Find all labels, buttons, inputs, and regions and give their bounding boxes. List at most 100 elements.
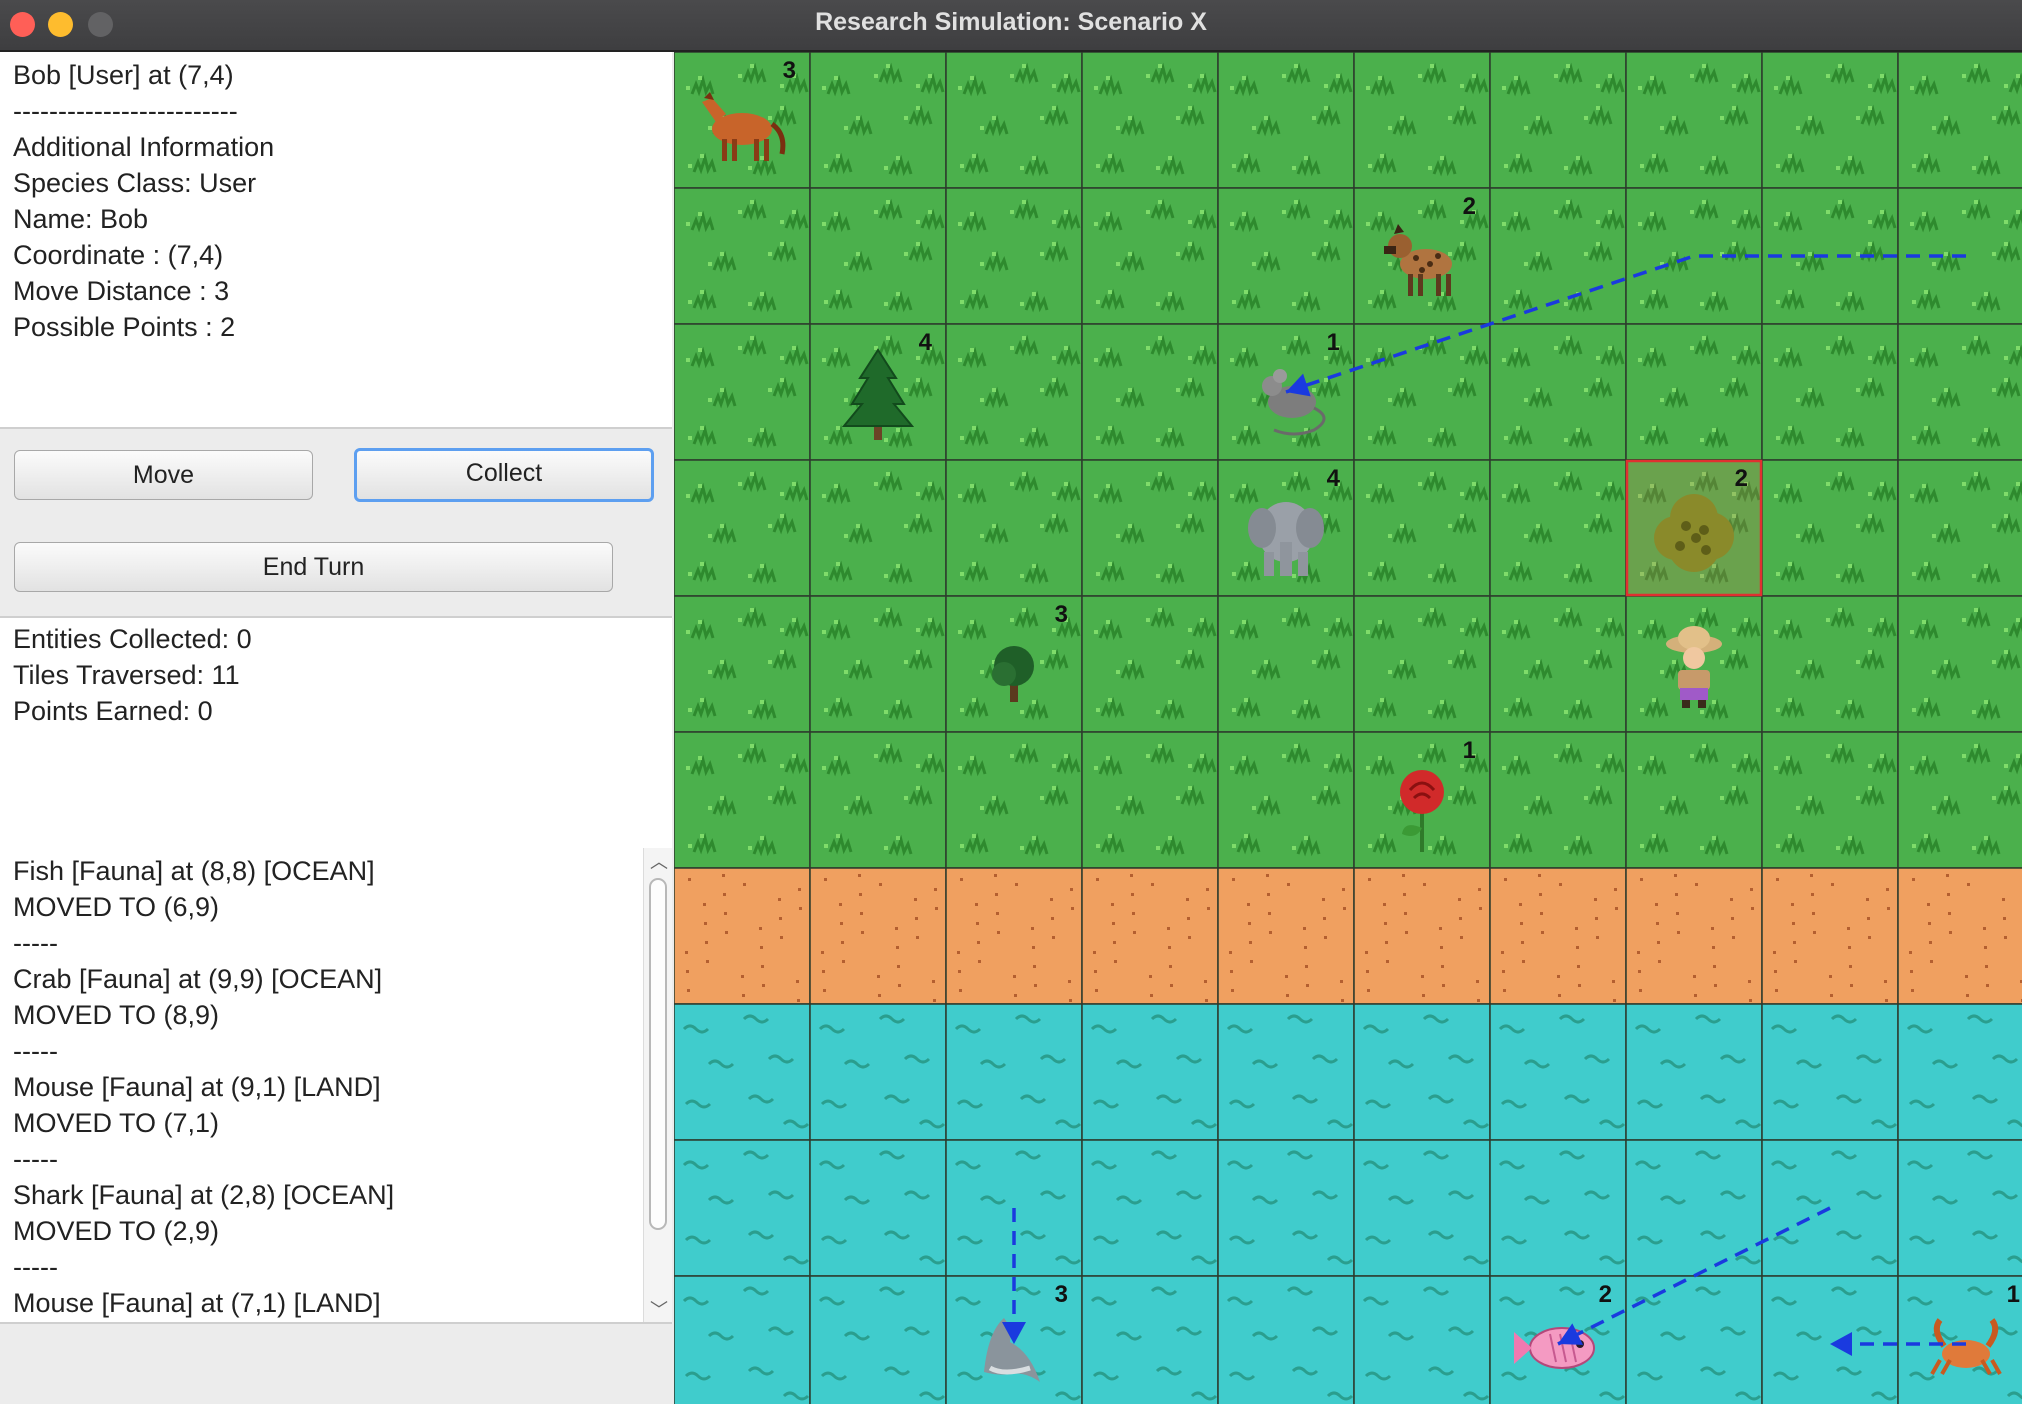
info-line: Move Distance : 3 bbox=[13, 276, 230, 306]
move-button[interactable]: Move bbox=[14, 450, 313, 500]
log-scrollbar[interactable]: ︿ ﹀ bbox=[643, 848, 672, 1322]
tile-grass[interactable] bbox=[674, 187, 811, 325]
scroll-up-icon[interactable]: ︿ bbox=[650, 848, 668, 874]
tile-water[interactable] bbox=[1081, 1139, 1219, 1277]
tile-grass[interactable] bbox=[1081, 52, 1219, 189]
entity-info-panel: Bob [User] at (7,4) --------------------… bbox=[0, 52, 672, 429]
tile-water[interactable] bbox=[1217, 1003, 1355, 1141]
tile-grass[interactable] bbox=[1081, 731, 1219, 869]
tile-water[interactable] bbox=[1081, 1275, 1219, 1404]
tile-water[interactable] bbox=[1217, 1139, 1355, 1277]
tile-sand[interactable] bbox=[1081, 867, 1219, 1005]
tile-sand[interactable] bbox=[1217, 867, 1355, 1005]
tile-grass[interactable] bbox=[1897, 731, 2022, 869]
tile-grass[interactable] bbox=[674, 595, 811, 733]
tile-grass[interactable] bbox=[1897, 459, 2022, 597]
tile-grass[interactable] bbox=[1897, 52, 2022, 189]
tile-grass[interactable] bbox=[1897, 595, 2022, 733]
tile-water[interactable] bbox=[1217, 1275, 1355, 1404]
tile-water[interactable] bbox=[809, 1003, 947, 1141]
tile-water[interactable] bbox=[1489, 1139, 1627, 1277]
tile-sand[interactable] bbox=[1761, 867, 1899, 1005]
tile-grass[interactable] bbox=[1081, 187, 1219, 325]
tile-grass[interactable] bbox=[1217, 187, 1355, 325]
scroll-down-icon[interactable]: ﹀ bbox=[650, 1296, 668, 1322]
board-canvas[interactable]: 3 2 4 1 4 2 3 1 3 2 1 bbox=[674, 52, 2022, 1404]
tile-water[interactable] bbox=[1897, 1003, 2022, 1141]
tile-grass[interactable] bbox=[1217, 595, 1355, 733]
tile-grass[interactable] bbox=[1625, 731, 1763, 869]
tile-water[interactable] bbox=[1353, 1003, 1491, 1141]
tile-sand[interactable] bbox=[674, 867, 811, 1005]
tile-grass[interactable] bbox=[1489, 459, 1627, 597]
tile-grass[interactable] bbox=[809, 52, 947, 189]
tile-grass[interactable] bbox=[1489, 595, 1627, 733]
tile-grass[interactable] bbox=[945, 187, 1083, 325]
tile-grass[interactable] bbox=[1761, 731, 1899, 869]
tile-grass[interactable] bbox=[674, 323, 811, 461]
tile-grass[interactable] bbox=[1217, 731, 1355, 869]
tile-water[interactable] bbox=[674, 1139, 811, 1277]
tile-water[interactable] bbox=[674, 1275, 811, 1404]
tile-grass[interactable] bbox=[945, 52, 1083, 189]
simulation-board[interactable]: 3 2 4 1 4 2 3 1 3 2 1 bbox=[674, 52, 2022, 1404]
tile-grass[interactable] bbox=[809, 595, 947, 733]
tile-grass[interactable] bbox=[1489, 52, 1627, 189]
tile-grass[interactable] bbox=[1625, 323, 1763, 461]
tile-grass[interactable] bbox=[809, 187, 947, 325]
event-log[interactable]: Fish [Fauna] at (8,8) [OCEAN] MOVED TO (… bbox=[0, 848, 672, 1324]
tile-grass[interactable] bbox=[1489, 323, 1627, 461]
tile-grass[interactable] bbox=[1489, 731, 1627, 869]
tile-grass[interactable] bbox=[1217, 52, 1355, 189]
tile-water[interactable] bbox=[1489, 1003, 1627, 1141]
tile-water[interactable] bbox=[945, 1003, 1083, 1141]
end-turn-button[interactable]: End Turn bbox=[14, 542, 613, 592]
tile-water[interactable] bbox=[1897, 1275, 2022, 1404]
tile-water[interactable] bbox=[1625, 1003, 1763, 1141]
tile-sand[interactable] bbox=[945, 867, 1083, 1005]
tile-grass[interactable] bbox=[945, 731, 1083, 869]
tile-sand[interactable] bbox=[1489, 867, 1627, 1005]
info-line: Possible Points : 2 bbox=[13, 312, 236, 342]
tile-sand[interactable] bbox=[1625, 867, 1763, 1005]
tile-sand[interactable] bbox=[1353, 867, 1491, 1005]
tile-grass[interactable] bbox=[1761, 52, 1899, 189]
tile-grass[interactable] bbox=[1489, 187, 1627, 325]
tile-water[interactable] bbox=[674, 1003, 811, 1141]
tile-grass[interactable] bbox=[674, 459, 811, 597]
tile-grass[interactable] bbox=[1761, 323, 1899, 461]
tile-sand[interactable] bbox=[809, 867, 947, 1005]
tile-grass[interactable] bbox=[1625, 187, 1763, 325]
tile-water[interactable] bbox=[1897, 1139, 2022, 1277]
tile-grass[interactable] bbox=[1353, 459, 1491, 597]
tile-grass[interactable] bbox=[1761, 459, 1899, 597]
tile-water[interactable] bbox=[809, 1275, 947, 1404]
tile-water[interactable] bbox=[1761, 1003, 1899, 1141]
tile-grass[interactable] bbox=[674, 731, 811, 869]
crab-points-label: 1 bbox=[2007, 1281, 2020, 1308]
tile-sand[interactable] bbox=[1897, 867, 2022, 1005]
tile-grass[interactable] bbox=[1353, 323, 1491, 461]
tile-water[interactable] bbox=[1625, 1275, 1763, 1404]
tile-water[interactable] bbox=[1081, 1003, 1219, 1141]
tile-grass[interactable] bbox=[945, 323, 1083, 461]
tile-grass[interactable] bbox=[1353, 595, 1491, 733]
tile-grass[interactable] bbox=[1081, 595, 1219, 733]
tile-grass[interactable] bbox=[809, 459, 947, 597]
tile-water[interactable] bbox=[1353, 1275, 1491, 1404]
tile-water[interactable] bbox=[1353, 1139, 1491, 1277]
tile-grass[interactable] bbox=[1897, 323, 2022, 461]
tile-water[interactable] bbox=[1761, 1275, 1899, 1404]
collect-button[interactable]: Collect bbox=[354, 448, 654, 502]
tile-grass[interactable] bbox=[1081, 459, 1219, 597]
tile-grass[interactable] bbox=[1761, 595, 1899, 733]
tile-grass[interactable] bbox=[945, 459, 1083, 597]
tile-water[interactable] bbox=[1625, 1139, 1763, 1277]
tile-grass[interactable] bbox=[1625, 52, 1763, 189]
tile-grass[interactable] bbox=[1081, 323, 1219, 461]
tile-water[interactable] bbox=[809, 1139, 947, 1277]
tile-grass[interactable] bbox=[1761, 187, 1899, 325]
log-scroll-thumb[interactable] bbox=[649, 878, 667, 1230]
tile-grass[interactable] bbox=[1353, 52, 1491, 189]
tile-grass[interactable] bbox=[809, 731, 947, 869]
